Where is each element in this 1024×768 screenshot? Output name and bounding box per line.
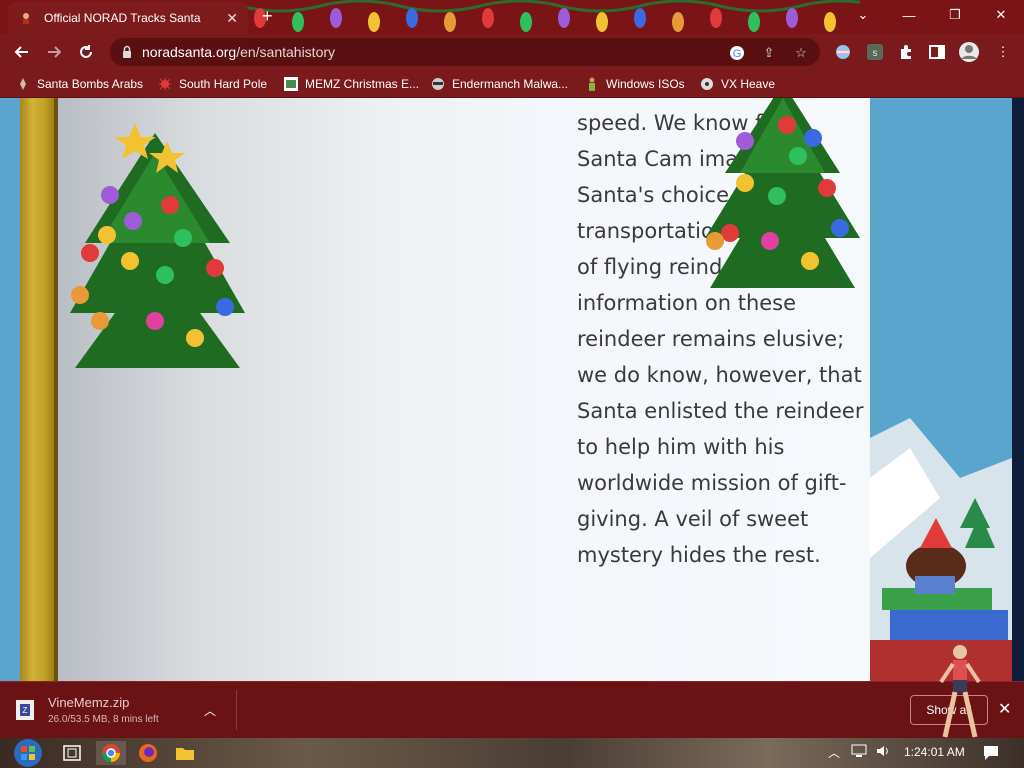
minimize-button[interactable]: — <box>886 0 932 30</box>
raccoon-icon <box>432 78 444 90</box>
bookmark-santa-bombs-arabs[interactable]: Santa Bombs Arabs <box>16 75 143 93</box>
story-line: mystery hides the rest. <box>577 543 821 567</box>
reload-button[interactable] <box>74 40 98 64</box>
notification-center-icon[interactable] <box>982 744 1000 762</box>
volume-icon[interactable] <box>875 744 891 758</box>
close-downloads-icon[interactable]: ✕ <box>998 699 1011 719</box>
download-item[interactable]: Z VineMemz.zip 26.0/53.5 MB, 8 mins left <box>14 688 236 732</box>
tab-title: Official NORAD Tracks Santa <box>44 11 201 25</box>
page-scrollbar[interactable] <box>1012 98 1024 681</box>
tray-chevron-up-icon[interactable]: ︿ <box>828 744 840 761</box>
lock-icon <box>123 45 131 58</box>
story-line: worldwide mission of gift- <box>577 471 847 495</box>
new-tab-button[interactable]: + <box>262 6 273 27</box>
bookmarks-bar: Santa Bombs Arabs South Hard Pole MEMZ C… <box>0 70 1024 98</box>
taskbar: ︿ 1:24:01 AM <box>0 738 1024 768</box>
start-button[interactable] <box>10 739 46 767</box>
task-view-icon <box>63 745 81 761</box>
forward-arrow-icon <box>48 46 62 58</box>
light-bulb <box>330 8 342 28</box>
figure-icon <box>589 77 595 91</box>
christmas-lights-decoration <box>240 0 860 32</box>
svg-text:Z: Z <box>23 706 28 715</box>
chrome-icon <box>102 744 120 762</box>
rocket-icon <box>20 78 26 90</box>
light-bulb <box>748 12 760 32</box>
page-content: speed. We know from Santa Cam images th … <box>0 98 1024 681</box>
extension-flag-icon[interactable] <box>834 43 852 61</box>
download-file-name: VineMemz.zip <box>48 695 130 710</box>
christmas-tree-right-icon <box>705 98 860 288</box>
story-line: we do know, however, that <box>577 363 862 387</box>
back-arrow-icon <box>14 46 28 58</box>
bookmark-south-hard-pole[interactable]: South Hard Pole <box>158 75 267 93</box>
divider <box>236 690 237 730</box>
extensions-puzzle-icon[interactable] <box>897 43 915 61</box>
taskbar-chrome[interactable] <box>96 741 126 765</box>
hazard-icon <box>701 78 713 90</box>
tab-close-icon[interactable]: ✕ <box>226 10 238 27</box>
windows-logo-icon <box>14 739 42 767</box>
christmas-tree-left-icon <box>70 123 245 368</box>
share-icon[interactable]: ⇪ <box>760 44 778 62</box>
back-button[interactable] <box>10 40 34 64</box>
tab-active[interactable]: Official NORAD Tracks Santa ✕ <box>8 2 248 34</box>
tab-search-button[interactable]: ⌄ <box>840 0 886 30</box>
story-line: reindeer remains elusive; <box>577 327 845 351</box>
bookmark-vx-heaven[interactable]: VX Heave <box>700 75 775 93</box>
gold-border-decoration <box>20 98 58 681</box>
url-text: noradsanta.org/en/santahistory <box>142 44 336 60</box>
light-bulb <box>786 8 798 28</box>
svg-text:G: G <box>733 48 742 60</box>
zip-file-icon: Z <box>16 700 34 720</box>
light-bulb <box>634 8 646 28</box>
reload-icon <box>80 45 92 58</box>
google-icon[interactable]: G <box>728 44 746 62</box>
light-bulb <box>596 12 608 32</box>
light-bulb <box>558 8 570 28</box>
image-icon <box>284 77 298 91</box>
taskbar-firefox[interactable] <box>133 741 163 765</box>
star-bookmark-icon[interactable]: ☆ <box>792 44 810 62</box>
light-bulb <box>292 12 304 32</box>
bookmark-memz-christmas[interactable]: MEMZ Christmas E... <box>284 75 419 93</box>
dancing-figure-overlay <box>939 645 981 738</box>
light-bulb <box>824 12 836 32</box>
download-status: 26.0/53.5 MB, 8 mins left <box>48 714 159 725</box>
side-panel-icon[interactable] <box>928 43 946 61</box>
folder-icon <box>176 748 194 760</box>
address-bar[interactable]: noradsanta.org/en/santahistory G ⇪ ☆ <box>110 38 820 66</box>
restore-button[interactable]: ❐ <box>932 0 978 30</box>
menu-kebab-icon[interactable]: ⋮ <box>994 43 1012 61</box>
extension-s-icon[interactable]: s <box>866 43 884 61</box>
taskbar-file-explorer[interactable] <box>170 741 200 765</box>
light-bulb <box>520 12 532 32</box>
bug-icon <box>159 78 171 90</box>
story-line: giving. A veil of sweet <box>577 507 809 531</box>
forward-button[interactable] <box>42 40 66 64</box>
browser-toolbar: noradsanta.org/en/santahistory G ⇪ ☆ s ⋮ <box>0 34 1024 70</box>
light-bulb <box>444 12 456 32</box>
chevron-up-icon[interactable]: ︿ <box>204 702 216 719</box>
bookmark-endermanch-malware[interactable]: Endermanch Malwa... <box>431 75 568 93</box>
norad-favicon-icon <box>18 10 34 26</box>
svg-text:s: s <box>873 48 878 59</box>
task-view-button[interactable] <box>57 741 87 765</box>
light-bulb <box>710 8 722 28</box>
network-icon[interactable] <box>851 744 867 758</box>
bookmark-windows-isos[interactable]: Windows ISOs <box>585 75 685 93</box>
downloads-bar: Z VineMemz.zip 26.0/53.5 MB, 8 mins left… <box>0 645 1024 738</box>
story-line: Santa enlisted the reindeer <box>577 399 864 423</box>
taskbar-clock[interactable]: 1:24:01 AM <box>904 745 965 759</box>
light-bulb <box>368 12 380 32</box>
firefox-icon <box>139 744 157 762</box>
light-bulb <box>482 8 494 28</box>
light-bulb <box>672 12 684 32</box>
story-line: to help him with his <box>577 435 785 459</box>
light-bulb <box>406 8 418 28</box>
profile-avatar-icon[interactable] <box>958 41 980 63</box>
title-bar: Official NORAD Tracks Santa ✕ + ⌄ — ❐ ✕ <box>0 0 1024 34</box>
close-window-button[interactable]: ✕ <box>978 0 1024 30</box>
